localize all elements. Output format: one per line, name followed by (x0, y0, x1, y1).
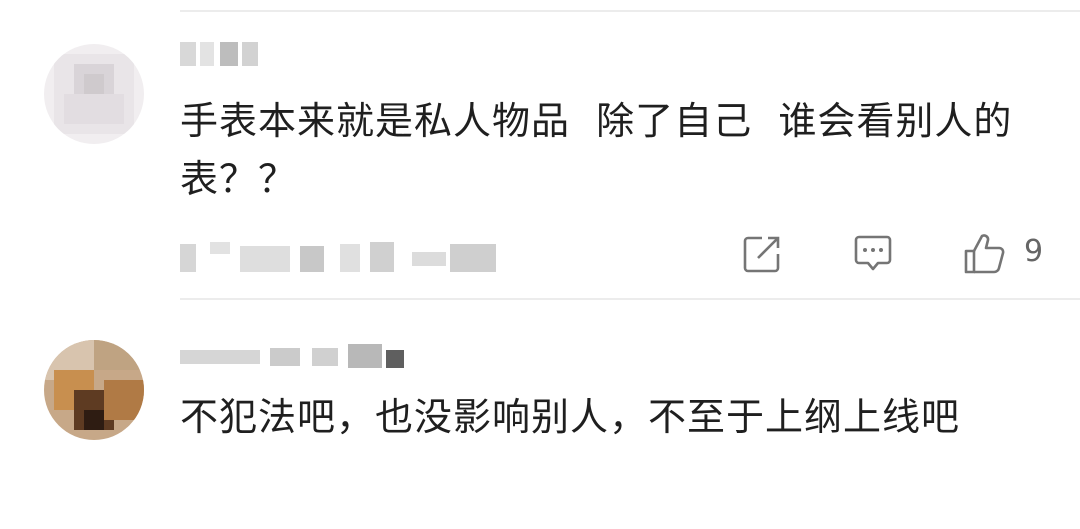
comment-icon[interactable] (851, 232, 895, 276)
username-blurred[interactable] (180, 42, 260, 66)
avatar[interactable] (44, 44, 144, 144)
username-blurred[interactable] (180, 344, 410, 368)
comment-text: 手表本来就是私人物品 除了自己 谁会看别人的表？？ (180, 99, 1013, 201)
timestamp-blurred (180, 238, 510, 274)
top-divider (180, 10, 1080, 12)
share-icon[interactable] (740, 232, 784, 276)
avatar[interactable] (44, 340, 144, 440)
thumbs-up-icon[interactable] (962, 232, 1006, 276)
comment-divider (180, 298, 1080, 300)
comment-text: 不犯法吧，也没影响别人，不至于上纲上线吧 (180, 395, 961, 439)
like-count: 9 (1024, 234, 1044, 269)
